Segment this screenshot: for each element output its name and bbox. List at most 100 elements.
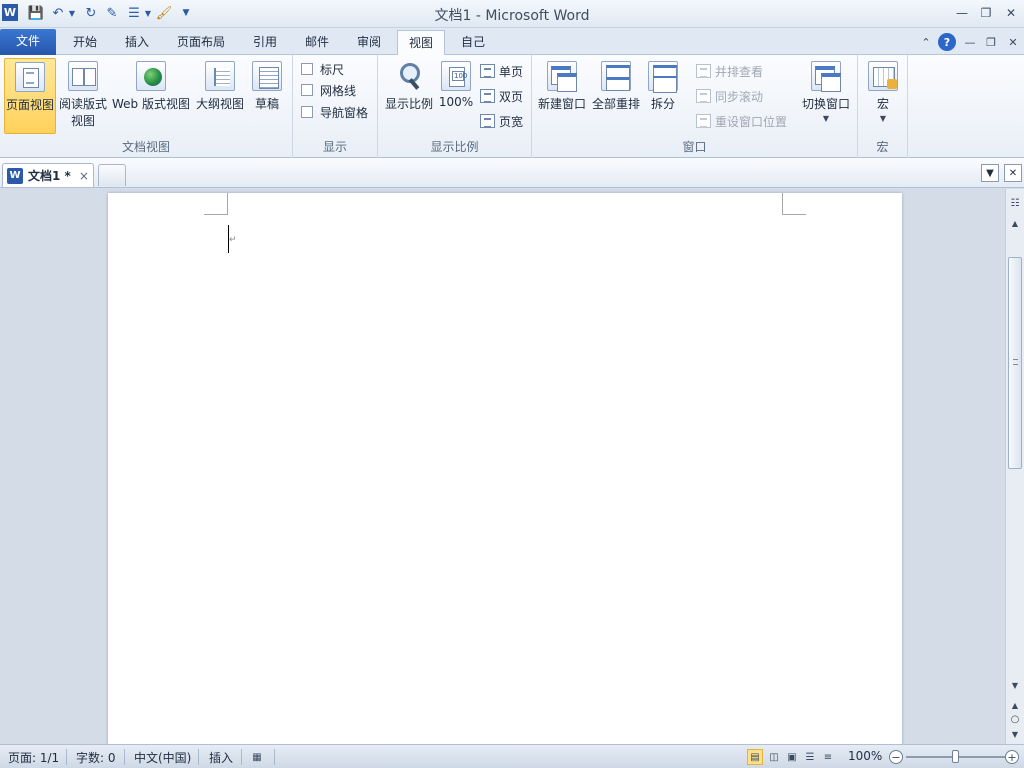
title-bar: W 💾 ↶ ▼ ↻ ✎ ☰ ▼ 🖌 ▼ 文档1 - Microsoft Word… bbox=[0, 0, 1024, 28]
help-icon[interactable]: ? bbox=[938, 33, 956, 51]
doc-close-icon[interactable]: ✕ bbox=[1004, 33, 1022, 51]
synchronous-scrolling-label: 同步滚动 bbox=[715, 89, 764, 104]
document-workspace: ↵ bbox=[0, 189, 1005, 744]
paragraph-mark: ↵ bbox=[229, 235, 237, 245]
browse-object-icon[interactable]: ○ bbox=[1006, 711, 1024, 727]
status-reading-icon[interactable]: ◫ bbox=[766, 749, 782, 765]
full-screen-reading-button[interactable]: 阅读版式 视图 bbox=[58, 58, 108, 134]
grip-icon bbox=[1013, 359, 1018, 365]
print-layout-icon bbox=[15, 62, 45, 92]
draft-button[interactable]: 草稿 bbox=[248, 58, 286, 134]
reset-window-position-button[interactable]: 重设窗口位置 bbox=[696, 111, 787, 131]
synchronous-scrolling-button[interactable]: 同步滚动 bbox=[696, 86, 763, 106]
group-macros: 宏 ▼ 宏 bbox=[858, 55, 908, 158]
zoom-level[interactable]: 100% bbox=[848, 749, 882, 765]
status-web-layout-icon[interactable]: ▣ bbox=[784, 749, 800, 765]
one-page-icon bbox=[480, 64, 495, 78]
draft-label: 草稿 bbox=[254, 97, 279, 111]
zoom-in-icon[interactable]: + bbox=[1005, 750, 1019, 764]
new-tab-button[interactable] bbox=[98, 164, 126, 186]
zoom-slider-thumb[interactable] bbox=[952, 750, 959, 763]
arrange-all-icon bbox=[601, 61, 631, 91]
insert-mode-indicator[interactable]: 插入 bbox=[209, 749, 233, 765]
restore-icon[interactable]: ❐ bbox=[975, 3, 997, 23]
macro-recording-icon[interactable]: ▦ bbox=[249, 749, 265, 765]
tab-review[interactable]: 审阅 bbox=[346, 30, 392, 55]
page-width-button[interactable]: 页宽 bbox=[480, 111, 523, 131]
word-document-icon: W bbox=[7, 167, 23, 184]
zoom-out-icon[interactable]: − bbox=[889, 750, 903, 764]
status-print-layout-icon[interactable]: ▤ bbox=[747, 749, 763, 765]
view-side-by-side-button[interactable]: 并排查看 bbox=[696, 61, 763, 81]
hundred-percent-icon bbox=[441, 61, 471, 91]
two-pages-button[interactable]: 双页 bbox=[480, 86, 523, 106]
outline-button[interactable]: 大纲视图 bbox=[194, 58, 246, 134]
switch-windows-label: 切换窗口 bbox=[801, 97, 850, 111]
group-label-macros: 宏 bbox=[876, 140, 889, 154]
group-document-views: 页面视图 阅读版式 视图 Web 版式视图 大纲视图 草稿 文档视图 bbox=[0, 55, 293, 158]
separator bbox=[124, 749, 125, 765]
minimize-icon[interactable]: — bbox=[951, 3, 973, 23]
new-window-button[interactable]: 新建窗口 bbox=[536, 58, 588, 134]
scroll-up-arrow-icon[interactable]: ▲ bbox=[1006, 215, 1024, 231]
one-page-button[interactable]: 单页 bbox=[480, 61, 523, 81]
document-tab[interactable]: W 文档1 * × bbox=[2, 163, 94, 187]
ruler-checkbox[interactable]: 标尺 bbox=[301, 60, 344, 78]
window-title: 文档1 - Microsoft Word bbox=[434, 8, 590, 24]
tab-home[interactable]: 开始 bbox=[62, 30, 108, 55]
status-outline-icon[interactable]: ☰ bbox=[802, 749, 818, 765]
one-page-label: 单页 bbox=[499, 64, 524, 79]
side-by-side-icon bbox=[696, 64, 711, 78]
arrange-all-button[interactable]: 全部重排 bbox=[590, 58, 642, 134]
doc-restore-icon[interactable]: ❐ bbox=[982, 33, 1000, 51]
group-label-document-views: 文档视图 bbox=[121, 140, 170, 154]
web-layout-button[interactable]: Web 版式视图 bbox=[110, 58, 192, 134]
document-page[interactable]: ↵ bbox=[108, 193, 902, 744]
group-window: 新建窗口 全部重排 拆分 并排查看 同步滚动 重设窗口位置 切换窗口 ▼ 窗口 bbox=[532, 55, 858, 158]
checkbox-box bbox=[301, 84, 313, 96]
margin-corner-right bbox=[782, 193, 806, 215]
tab-page-layout[interactable]: 页面布局 bbox=[166, 30, 236, 55]
zoom-button[interactable]: 显示比例 bbox=[382, 58, 436, 134]
word-count[interactable]: 字数: 0 bbox=[76, 749, 116, 765]
tab-custom[interactable]: 自己 bbox=[450, 30, 496, 55]
scroll-down-arrow-icon[interactable]: ▼ bbox=[1006, 677, 1024, 693]
navigation-pane-checkbox[interactable]: 导航窗格 bbox=[301, 103, 368, 121]
gridlines-checkbox[interactable]: 网格线 bbox=[301, 81, 356, 99]
status-draft-icon[interactable]: ≡ bbox=[820, 749, 836, 765]
chevron-down-icon: ▼ bbox=[879, 114, 887, 123]
collapse-ribbon-icon[interactable]: ⌃ bbox=[917, 33, 935, 51]
scrollbar-thumb[interactable] bbox=[1008, 257, 1022, 469]
tab-mailings[interactable]: 邮件 bbox=[294, 30, 340, 55]
tab-references[interactable]: 引用 bbox=[242, 30, 288, 55]
next-page-icon[interactable]: ▼ bbox=[1006, 726, 1024, 742]
gridlines-label: 网格线 bbox=[320, 83, 357, 98]
tab-insert[interactable]: 插入 bbox=[114, 30, 160, 55]
web-layout-label: Web 版式视图 bbox=[112, 97, 190, 111]
zoom-100-button[interactable]: 100% bbox=[436, 58, 476, 134]
macros-button[interactable]: 宏 ▼ bbox=[864, 58, 902, 134]
language-indicator[interactable]: 中文(中国) bbox=[134, 749, 191, 765]
zoom-label: 显示比例 bbox=[384, 97, 433, 111]
ruler-label: 标尺 bbox=[320, 62, 345, 77]
macros-label: 宏 bbox=[876, 97, 889, 111]
close-all-tabs-icon[interactable]: ✕ bbox=[1004, 164, 1022, 182]
split-button[interactable]: 拆分 bbox=[644, 58, 682, 134]
page-count[interactable]: 页面: 1/1 bbox=[8, 749, 59, 765]
ribbon-tab-bar: 文件 开始 插入 页面布局 引用 邮件 审阅 视图 自己 ⌃ ? — ❐ ✕ bbox=[0, 28, 1024, 56]
tab-list-dropdown-icon[interactable]: ▼ bbox=[981, 164, 999, 182]
close-icon[interactable]: ✕ bbox=[1000, 3, 1022, 23]
ruler-toggle-icon[interactable]: ☷ bbox=[1006, 195, 1024, 211]
sync-scroll-icon bbox=[696, 89, 711, 103]
doc-minimize-icon[interactable]: — bbox=[961, 33, 979, 51]
tab-file[interactable]: 文件 bbox=[0, 29, 56, 55]
close-tab-icon[interactable]: × bbox=[79, 169, 89, 183]
reading-label-line1: 阅读版式 bbox=[58, 97, 107, 111]
switch-windows-button[interactable]: 切换窗口 ▼ bbox=[800, 58, 852, 134]
split-icon bbox=[648, 61, 678, 93]
vertical-scrollbar[interactable]: ☷ ▲ ▼ ▲ ○ ▼ bbox=[1005, 189, 1024, 744]
reset-window-position-label: 重设窗口位置 bbox=[715, 114, 788, 129]
tab-view[interactable]: 视图 bbox=[397, 30, 445, 56]
separator bbox=[241, 749, 242, 765]
print-layout-button[interactable]: 页面视图 bbox=[4, 58, 56, 134]
